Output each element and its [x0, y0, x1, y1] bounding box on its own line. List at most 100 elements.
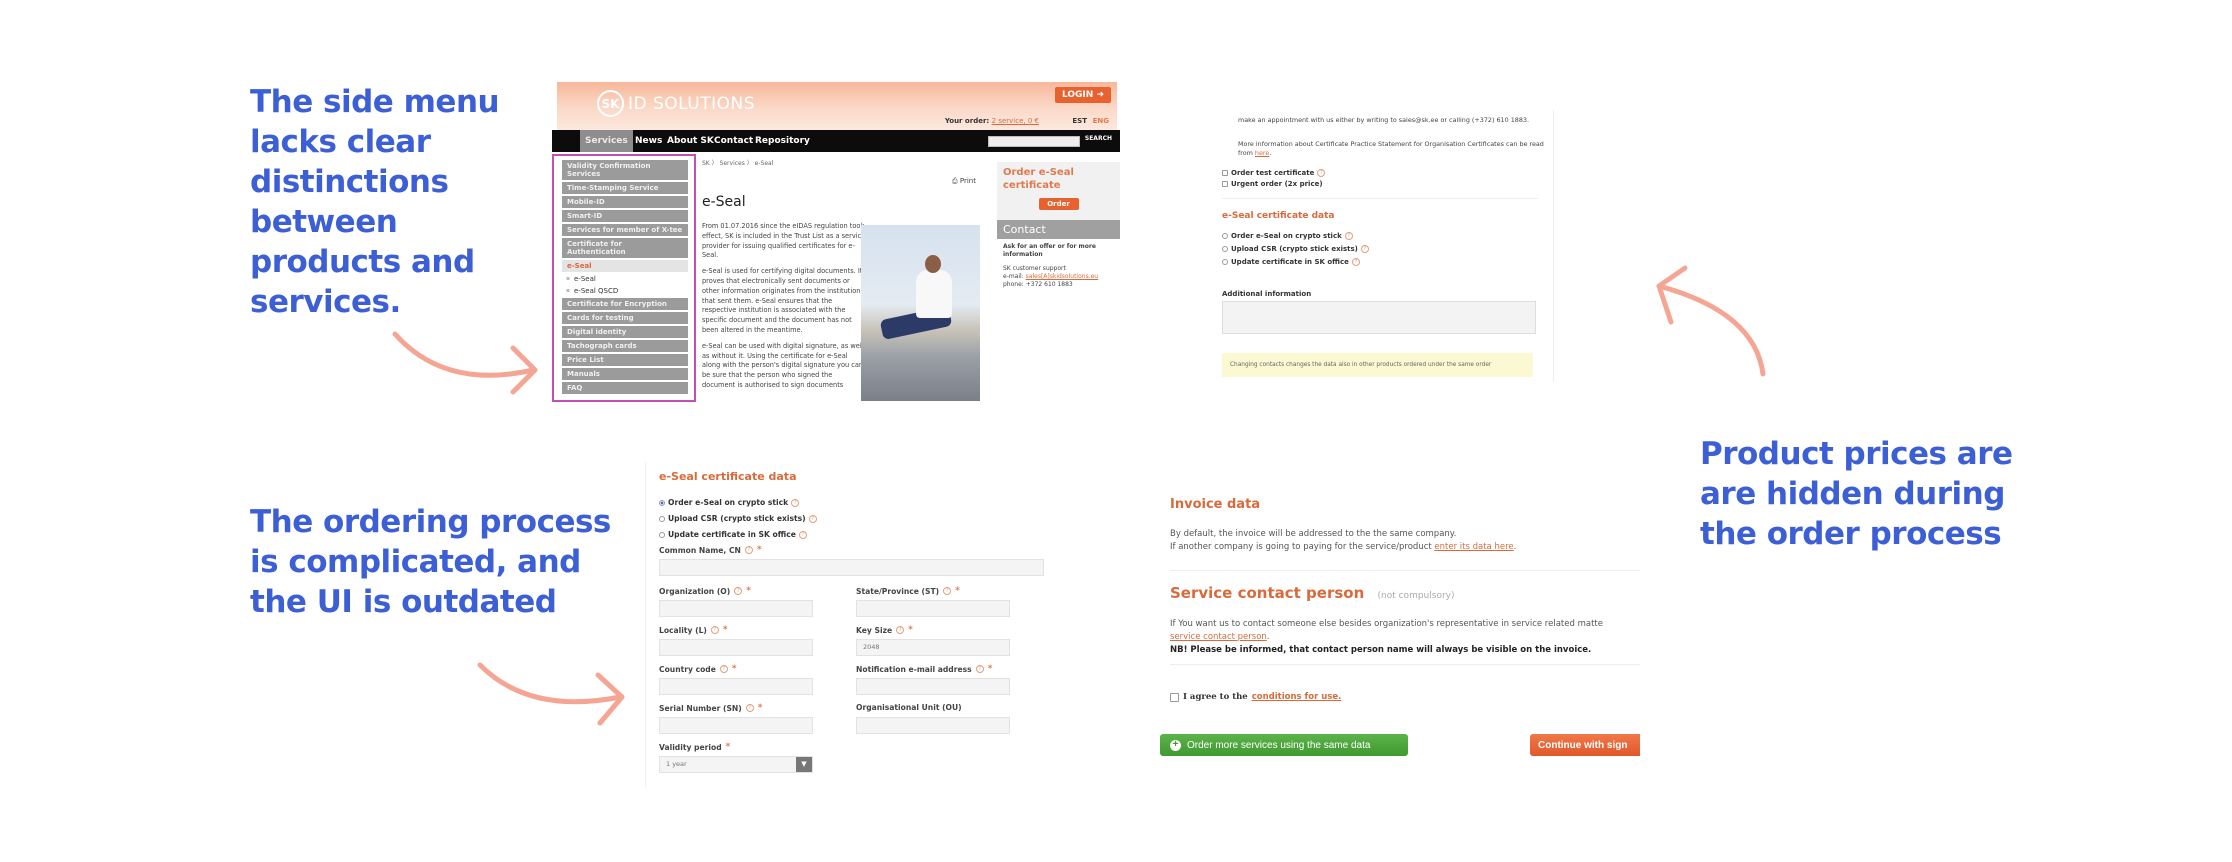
- arrow-circle-icon: ➜: [1096, 90, 1104, 100]
- side-menu-item[interactable]: Price List: [562, 354, 688, 366]
- side-menu-item[interactable]: Smart-ID: [562, 210, 688, 222]
- logo-text: ID SOLUTIONS: [628, 93, 756, 114]
- radio-checked[interactable]: [659, 499, 665, 506]
- help-icon[interactable]: ?: [808, 514, 817, 523]
- radio[interactable]: [1222, 233, 1228, 239]
- field-label: Validity period: [659, 742, 722, 752]
- order-more-button[interactable]: + Order more services using the same data: [1160, 734, 1408, 756]
- help-icon[interactable]: ?: [744, 546, 753, 554]
- agree-terms[interactable]: I agree to the conditions for use.: [1170, 691, 1341, 704]
- help-icon[interactable]: ?: [1351, 258, 1360, 266]
- arrow-left-up-icon: [1656, 265, 1766, 377]
- serial-input[interactable]: [659, 717, 813, 734]
- help-icon[interactable]: ?: [896, 626, 905, 634]
- conditions-link[interactable]: conditions for use.: [1252, 691, 1342, 704]
- lang-est[interactable]: EST: [1072, 117, 1087, 125]
- validity-select[interactable]: 1 year ▼: [659, 756, 813, 773]
- email-input[interactable]: [856, 678, 1010, 695]
- breadcrumb[interactable]: SK 〉 Services 〉 e-Seal: [702, 158, 773, 167]
- contact-phone: phone: +372 610 1883: [1003, 281, 1114, 289]
- org-input[interactable]: [659, 600, 813, 617]
- keysize-input[interactable]: 2048: [856, 639, 1010, 656]
- cn-input[interactable]: [659, 559, 1044, 576]
- your-order-link[interactable]: 2 service, 0 €: [992, 117, 1039, 125]
- radio-label: Update certificate in SK office: [668, 530, 796, 539]
- side-menu-item[interactable]: FAQ: [562, 382, 688, 394]
- help-icon[interactable]: ?: [798, 530, 807, 539]
- logo-mark: SK: [597, 90, 624, 117]
- help-icon[interactable]: ?: [734, 587, 743, 595]
- side-menu-item[interactable]: Time-Stamping Service: [562, 182, 688, 194]
- page-title: e-Seal: [702, 194, 746, 210]
- lang-eng[interactable]: ENG: [1093, 117, 1109, 125]
- site-logo[interactable]: SK ID SOLUTIONS: [597, 90, 755, 117]
- radio-option[interactable]: Upload CSR (crypto stick exists)?: [659, 514, 817, 523]
- search-input[interactable]: [988, 136, 1080, 147]
- email-label: e-mail:: [1003, 273, 1024, 280]
- help-icon[interactable]: ?: [1344, 232, 1353, 240]
- side-menu-item[interactable]: Mobile-ID: [562, 196, 688, 208]
- help-icon[interactable]: ?: [719, 665, 728, 673]
- help-icon[interactable]: ?: [710, 626, 719, 634]
- radio-option[interactable]: Order e-Seal on crypto stick?: [659, 498, 800, 507]
- login-button[interactable]: LOGIN ➜: [1054, 87, 1111, 103]
- search-button[interactable]: SEARCH: [1085, 135, 1112, 142]
- state-input[interactable]: [856, 600, 1010, 617]
- radio-option[interactable]: Update certificate in SK office?: [1222, 258, 1360, 266]
- checkbox[interactable]: [1222, 181, 1228, 187]
- side-menu-subitem[interactable]: e-Seal: [562, 274, 688, 284]
- nav-services[interactable]: Services: [580, 130, 633, 152]
- agree-checkbox[interactable]: [1170, 693, 1179, 702]
- radio-option[interactable]: Update certificate in SK office?: [659, 530, 807, 539]
- radio-option[interactable]: Upload CSR (crypto stick exists)?: [1222, 245, 1369, 253]
- side-menu-item[interactable]: Services for member of X-tee: [562, 224, 688, 236]
- radio[interactable]: [659, 531, 665, 538]
- chevron-down-icon[interactable]: ▼: [796, 757, 812, 772]
- validity-label: Validity period *: [659, 742, 730, 752]
- radio-option[interactable]: Order e-Seal on crypto stick?: [1222, 232, 1353, 240]
- annotation-line: The side menu: [250, 84, 500, 120]
- email-link[interactable]: sales[A]skidsolutions.eu: [1026, 273, 1098, 280]
- side-menu-item[interactable]: Certificate for Authentication: [562, 238, 688, 258]
- side-menu-item[interactable]: Validity Confirmation Services: [562, 160, 688, 180]
- side-menu-subitem[interactable]: e-Seal QSCD: [562, 286, 688, 296]
- side-menu-item[interactable]: Digital identity: [562, 326, 688, 338]
- checkbox[interactable]: [1222, 170, 1228, 176]
- required-mark: *: [756, 545, 762, 555]
- side-menu-item[interactable]: Cards for testing: [562, 312, 688, 324]
- order-box-title: Order e-Seal certificate: [1003, 167, 1074, 191]
- divider: [1170, 570, 1640, 571]
- service-contact-link[interactable]: service contact person: [1170, 632, 1267, 642]
- help-icon[interactable]: ?: [975, 665, 984, 673]
- enter-invoice-data-link[interactable]: enter its data here: [1434, 542, 1513, 552]
- field-label: Organization (O): [659, 586, 731, 596]
- radio[interactable]: [1222, 246, 1228, 252]
- side-menu-item-current[interactable]: e-Seal: [562, 260, 688, 272]
- help-icon[interactable]: ?: [791, 498, 800, 507]
- section-title: e-Seal certificate data: [659, 470, 797, 483]
- side-menu-item[interactable]: Certificate for Encryption: [562, 298, 688, 310]
- ou-input[interactable]: [856, 717, 1010, 734]
- country-input[interactable]: [659, 678, 813, 695]
- urgent-order-option[interactable]: Urgent order (2x price): [1222, 180, 1323, 188]
- continue-button[interactable]: Continue with sign: [1530, 734, 1640, 756]
- test-certificate-option[interactable]: Order test certificate?: [1222, 169, 1326, 177]
- radio[interactable]: [659, 515, 665, 522]
- state-label: State/Province (ST)? *: [856, 586, 960, 596]
- side-menu-item[interactable]: Manuals: [562, 368, 688, 380]
- contact-info: Ask for an offer or for more information…: [997, 239, 1120, 404]
- help-icon[interactable]: ?: [1317, 169, 1326, 177]
- nav-repository[interactable]: Repository: [750, 130, 815, 152]
- help-icon[interactable]: ?: [745, 704, 754, 712]
- screenshot-order-form: make an appointment with us either by wr…: [1210, 110, 1554, 382]
- additional-info-textarea[interactable]: [1222, 301, 1536, 334]
- help-icon[interactable]: ?: [943, 587, 952, 595]
- help-icon[interactable]: ?: [1360, 245, 1369, 253]
- agree-label: I agree to the: [1183, 692, 1248, 702]
- cps-link[interactable]: here: [1255, 149, 1269, 157]
- side-menu-item[interactable]: Tachograph cards: [562, 340, 688, 352]
- print-button[interactable]: ⎙ Print: [952, 177, 976, 186]
- order-button[interactable]: Order: [1038, 198, 1079, 210]
- radio[interactable]: [1222, 259, 1228, 265]
- locality-input[interactable]: [659, 639, 813, 656]
